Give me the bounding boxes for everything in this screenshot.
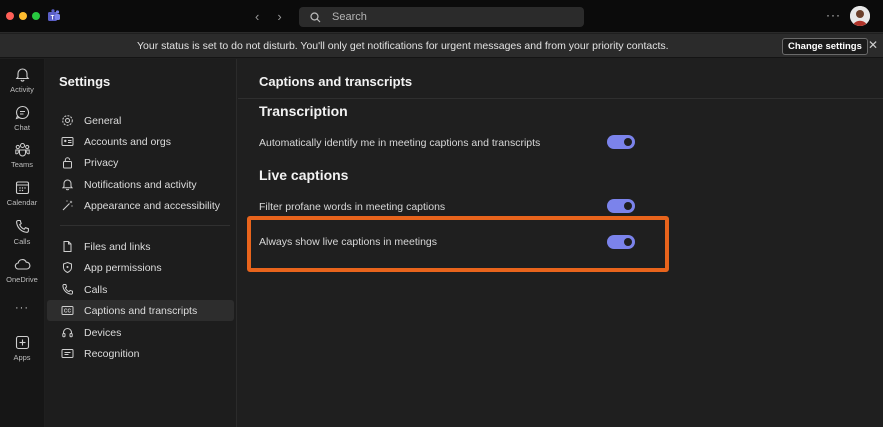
settings-item-devices[interactable]: Devices bbox=[47, 322, 234, 343]
phone-icon bbox=[60, 283, 74, 297]
status-banner: Your status is set to do not disturb. Yo… bbox=[0, 34, 883, 58]
close-window-button[interactable] bbox=[6, 12, 14, 20]
search-icon bbox=[310, 11, 321, 22]
rail-item-teams[interactable]: Teams bbox=[0, 141, 44, 169]
headset-icon bbox=[60, 326, 74, 340]
settings-item-appearance[interactable]: Appearance and accessibility bbox=[47, 195, 234, 216]
setting-label-filter-profane: Filter profane words in meeting captions bbox=[259, 201, 446, 213]
minimize-window-button[interactable] bbox=[19, 12, 27, 20]
forward-arrow-icon[interactable]: › bbox=[277, 9, 281, 24]
settings-item-accounts[interactable]: Accounts and orgs bbox=[47, 131, 234, 152]
window-controls bbox=[6, 12, 40, 20]
chat-icon bbox=[15, 105, 29, 120]
settings-item-label: Privacy bbox=[84, 156, 119, 169]
search-placeholder: Search bbox=[332, 11, 367, 23]
search-input[interactable]: Search bbox=[299, 7, 584, 27]
teams-icon bbox=[14, 143, 30, 157]
cloud-icon bbox=[14, 259, 30, 270]
toggle-filter-profane[interactable] bbox=[607, 199, 635, 213]
phone-icon bbox=[15, 219, 29, 233]
settings-item-notifications[interactable]: Notifications and activity bbox=[47, 174, 234, 195]
settings-item-label: Captions and transcripts bbox=[84, 304, 198, 317]
wand-icon bbox=[60, 199, 74, 213]
settings-item-app-permissions[interactable]: App permissions bbox=[47, 257, 234, 278]
apps-icon bbox=[15, 335, 29, 350]
title-bar: T ‹ › Search ··· bbox=[0, 0, 883, 33]
rail-label: Teams bbox=[10, 160, 34, 169]
settings-item-label: Calls bbox=[84, 283, 108, 296]
settings-item-captions[interactable]: CC Captions and transcripts bbox=[47, 300, 234, 321]
rail-item-calls[interactable]: Calls bbox=[0, 218, 44, 246]
content-header: Captions and transcripts bbox=[238, 59, 883, 99]
setting-label-identify-me: Automatically identify me in meeting cap… bbox=[259, 137, 541, 149]
zoom-window-button[interactable] bbox=[32, 12, 40, 20]
id-card-icon bbox=[60, 135, 74, 149]
change-settings-button[interactable]: Change settings bbox=[782, 38, 868, 55]
section-title-transcription: Transcription bbox=[259, 103, 348, 119]
more-apps-button[interactable]: ··· bbox=[0, 302, 44, 314]
rail-label: Calendar bbox=[6, 198, 38, 207]
history-navigation: ‹ › bbox=[255, 9, 282, 24]
avatar[interactable] bbox=[850, 6, 870, 26]
file-icon bbox=[60, 240, 74, 254]
rail-label: Chat bbox=[14, 123, 30, 132]
rail-item-apps[interactable]: Apps bbox=[0, 334, 44, 362]
svg-text:CC: CC bbox=[63, 309, 71, 315]
settings-content: Captions and transcripts Transcription A… bbox=[238, 59, 883, 427]
settings-title: Settings bbox=[59, 74, 111, 89]
settings-item-label: Notifications and activity bbox=[84, 178, 197, 191]
settings-item-calls[interactable]: Calls bbox=[47, 279, 234, 300]
cc-icon: CC bbox=[60, 304, 74, 318]
rail-item-calendar[interactable]: Calendar bbox=[0, 179, 44, 207]
shield-icon bbox=[60, 261, 74, 275]
settings-item-label: Files and links bbox=[84, 240, 151, 253]
rail-label: Apps bbox=[13, 353, 31, 362]
menu-divider bbox=[60, 225, 230, 226]
settings-sidebar: Settings General Accounts and orgs Priva… bbox=[45, 59, 237, 427]
close-icon[interactable]: ✕ bbox=[868, 38, 878, 52]
settings-item-label: Devices bbox=[84, 326, 122, 339]
rail-item-activity[interactable]: Activity bbox=[0, 66, 44, 94]
bell-icon bbox=[15, 68, 29, 82]
settings-item-general[interactable]: General bbox=[47, 110, 234, 131]
app-rail: Activity Chat Teams Calendar Calls OneDr… bbox=[0, 59, 44, 427]
highlight-box bbox=[247, 216, 669, 272]
settings-item-label: General bbox=[84, 114, 122, 127]
teams-logo-icon: T bbox=[48, 9, 60, 22]
bell-icon bbox=[60, 178, 74, 192]
settings-item-files[interactable]: Files and links bbox=[47, 236, 234, 257]
gear-icon bbox=[60, 114, 74, 128]
settings-item-label: Accounts and orgs bbox=[84, 135, 171, 148]
banner-message: Your status is set to do not disturb. Yo… bbox=[137, 40, 669, 52]
calendar-icon bbox=[15, 181, 29, 195]
settings-item-recognition[interactable]: Recognition bbox=[47, 343, 234, 364]
back-arrow-icon[interactable]: ‹ bbox=[255, 9, 259, 24]
section-title-live-captions: Live captions bbox=[259, 167, 349, 183]
rail-label: OneDrive bbox=[6, 275, 38, 284]
page-title: Captions and transcripts bbox=[259, 74, 413, 89]
more-options-button[interactable]: ··· bbox=[826, 8, 841, 22]
recognition-icon bbox=[60, 347, 74, 361]
rail-item-onedrive[interactable]: OneDrive bbox=[0, 256, 44, 284]
rail-label: Activity bbox=[10, 85, 34, 94]
settings-item-label: Appearance and accessibility bbox=[84, 199, 220, 212]
svg-text:T: T bbox=[51, 16, 55, 22]
rail-item-chat[interactable]: Chat bbox=[0, 104, 44, 132]
lock-icon bbox=[60, 156, 74, 170]
toggle-identify-me[interactable] bbox=[607, 135, 635, 149]
rail-label: Calls bbox=[13, 237, 31, 246]
settings-item-label: App permissions bbox=[84, 261, 162, 274]
settings-item-privacy[interactable]: Privacy bbox=[47, 152, 234, 173]
settings-item-label: Recognition bbox=[84, 347, 140, 360]
